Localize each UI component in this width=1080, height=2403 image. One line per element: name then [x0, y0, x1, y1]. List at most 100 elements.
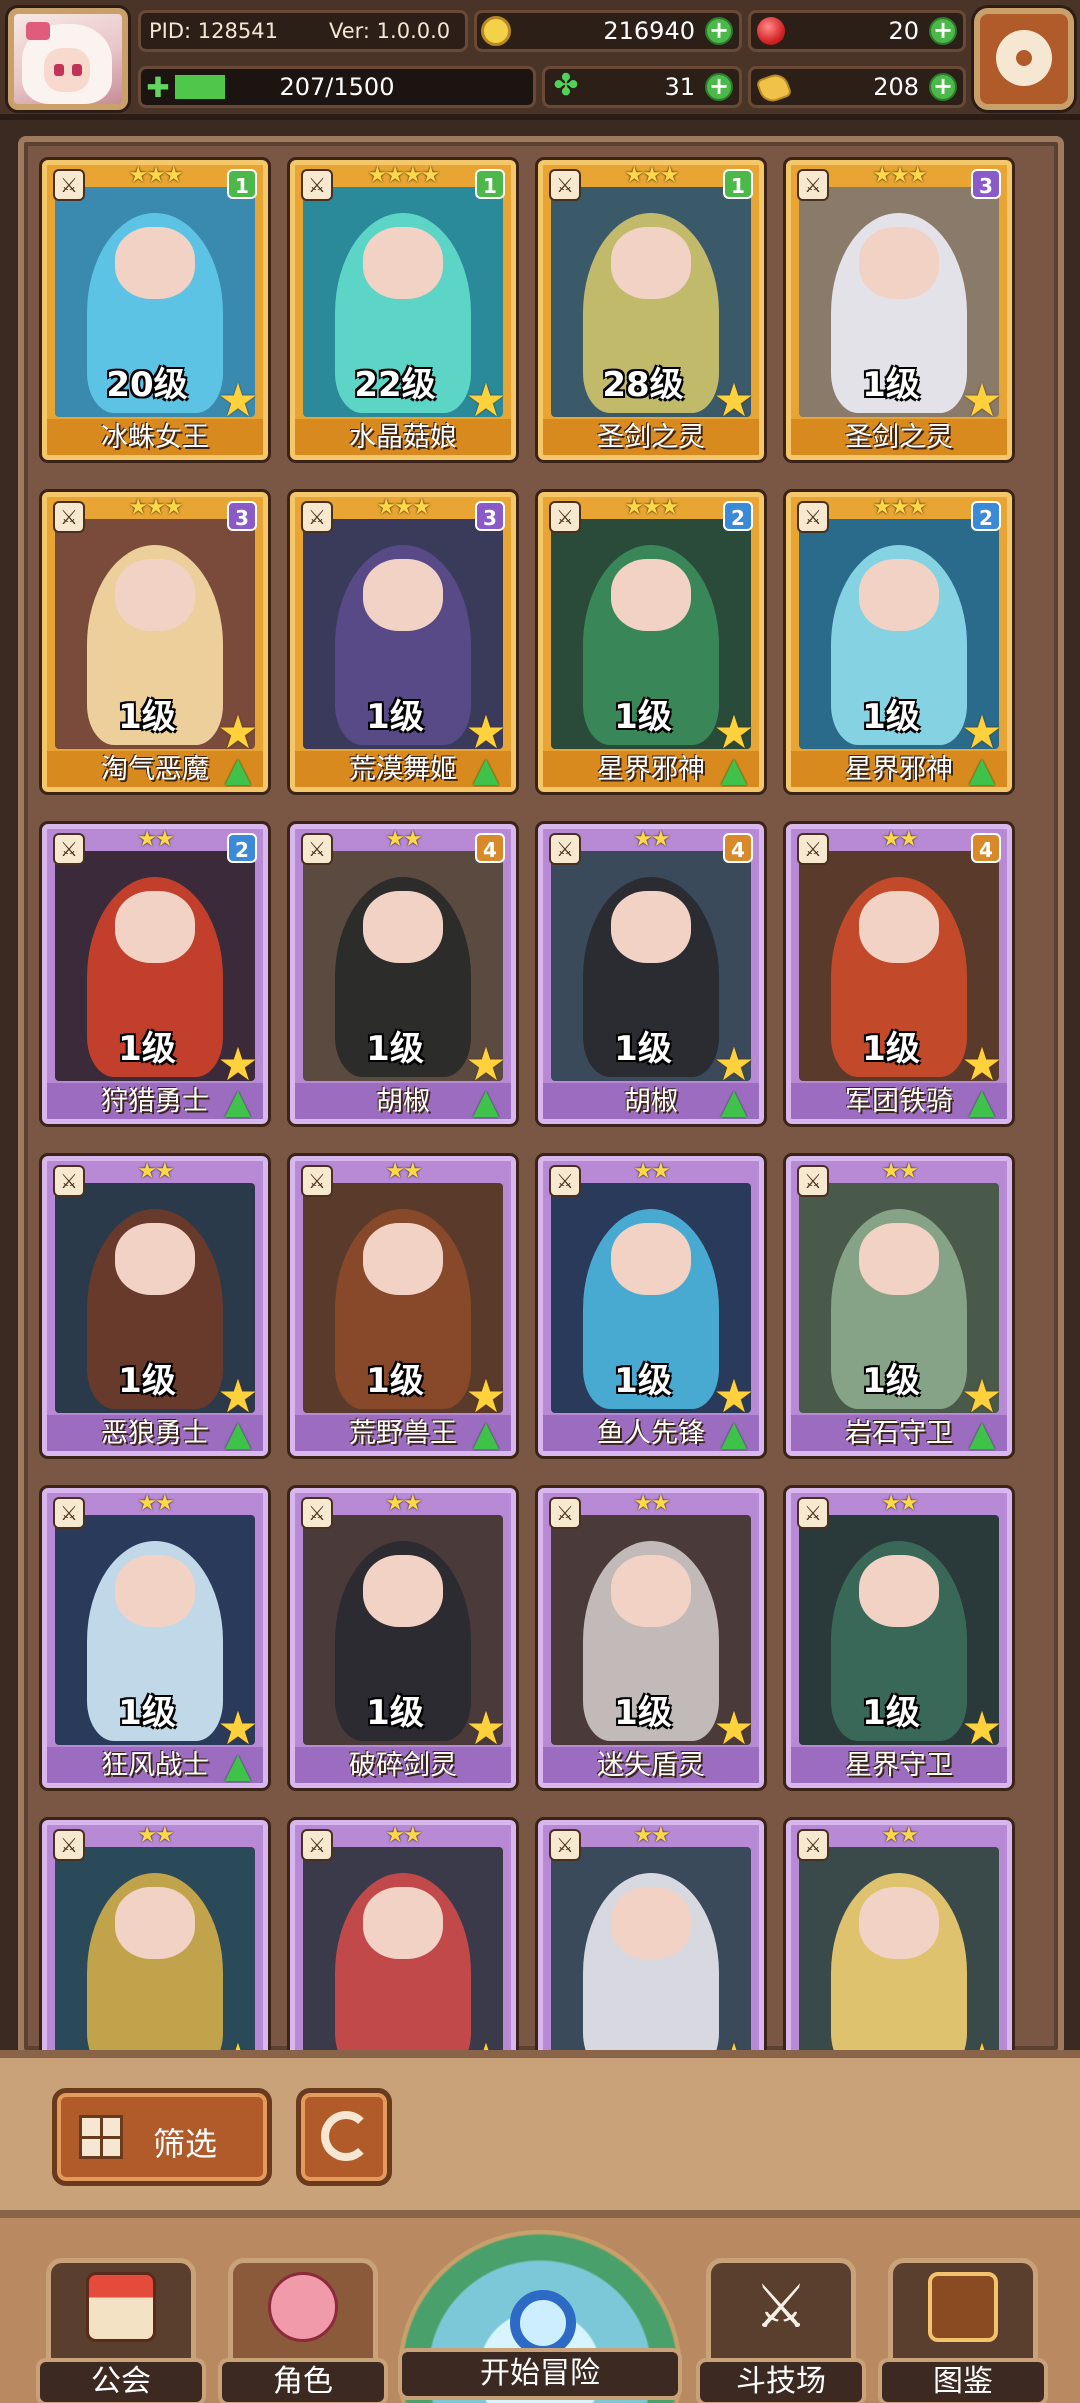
clover-icon: ✤: [553, 68, 579, 103]
character-name: 星界守卫: [791, 1747, 1007, 1783]
add-gems-button[interactable]: +: [929, 17, 957, 45]
star-rating: ★★: [385, 1159, 422, 1184]
star-rating: ★★: [137, 1159, 174, 1184]
level-up-arrow-icon: ▲: [968, 1414, 996, 1454]
clover-amount: 31: [664, 73, 695, 101]
count-badge: 1: [723, 169, 753, 199]
start-adventure-button[interactable]: 开始冒险: [398, 2230, 682, 2403]
star-upgrade-icon: ★: [465, 1369, 507, 1423]
character-card[interactable]: ⚔ ★★★ 3 1级 ★ 荒漠舞姬 ▲: [290, 492, 516, 792]
settings-button[interactable]: [974, 8, 1074, 110]
level-up-arrow-icon: ▲: [968, 1082, 996, 1122]
character-face: [363, 891, 443, 963]
character-card[interactable]: ⚔ ★★★ 1 20级 ★ 冰蛛女王: [42, 160, 268, 460]
character-portrait: [303, 1847, 503, 2050]
star-rating: ★★: [137, 1491, 174, 1516]
level-up-arrow-icon: ▲: [720, 750, 748, 790]
character-card[interactable]: ⚔ ★★★★ 1 22级 ★ 水晶菇娘: [290, 160, 516, 460]
tab-guild-label: 公会: [36, 2358, 206, 2403]
tab-character-label: 角色: [218, 2358, 388, 2403]
character-card[interactable]: ⚔★★★: [290, 1820, 516, 2050]
character-card[interactable]: ⚔ ★★★ 3 1级 ★ 淘气恶魔 ▲: [42, 492, 268, 792]
level-up-arrow-icon: ▲: [720, 1414, 748, 1454]
bread-box: 208 +: [748, 66, 966, 108]
avatar-eye-right: [72, 64, 82, 76]
filter-button[interactable]: 筛选: [52, 2088, 272, 2186]
gold-box: 216940 +: [474, 10, 742, 52]
star-rating: ★★: [881, 1159, 918, 1184]
count-badge: 4: [971, 833, 1001, 863]
count-badge: 2: [723, 501, 753, 531]
grid-icon: [79, 2115, 123, 2159]
character-card[interactable]: ⚔ ★★ 1级 ★ 迷失盾灵: [538, 1488, 764, 1788]
character-face-icon: [268, 2272, 338, 2342]
level-up-arrow-icon: ▲: [472, 1082, 500, 1122]
character-face: [859, 1555, 939, 1627]
character-face: [611, 227, 691, 299]
count-badge: 2: [971, 501, 1001, 531]
tab-arena[interactable]: ⚔ 斗技场: [696, 2258, 866, 2403]
version-label: Ver: 1.0.0.0: [329, 19, 451, 43]
character-name: 圣剑之灵: [791, 419, 1007, 455]
star-rating: ★★: [881, 1491, 918, 1516]
star-upgrade-icon: ★: [713, 1701, 755, 1755]
character-face: [611, 1555, 691, 1627]
character-portrait: [551, 1847, 751, 2050]
level-up-arrow-icon: ▲: [224, 1746, 252, 1786]
character-card[interactable]: ⚔★★★: [42, 1820, 268, 2050]
character-card[interactable]: ⚔ ★★ 2 1级 ★ 狩猎勇士 ▲: [42, 824, 268, 1124]
character-card[interactable]: ⚔ ★★ 1级 ★ 星界守卫: [786, 1488, 1012, 1788]
character-card[interactable]: ⚔ ★★ 4 1级 ★ 胡椒 ▲: [290, 824, 516, 1124]
top-status-bar: PID: 128541 Ver: 1.0.0.0 216940 + 20 + ✚…: [0, 0, 1080, 120]
avatar-eye-left: [54, 64, 64, 76]
gear-icon: [996, 30, 1052, 86]
character-card[interactable]: ⚔ ★★ 1级 ★ 鱼人先锋 ▲: [538, 1156, 764, 1456]
star-rating: ★★: [385, 1823, 422, 1848]
star-upgrade-icon: ★: [465, 373, 507, 427]
add-clover-button[interactable]: +: [705, 73, 733, 101]
refresh-button[interactable]: [296, 2088, 392, 2186]
count-badge: 1: [227, 169, 257, 199]
character-card[interactable]: ⚔ ★★ 4 1级 ★ 军团铁骑 ▲: [786, 824, 1012, 1124]
gold-amount: 216940: [603, 17, 695, 45]
character-card[interactable]: ⚔ ★★★ 2 1级 ★ 星界邪神 ▲: [538, 492, 764, 792]
avatar-bow: [26, 22, 50, 40]
character-card[interactable]: ⚔ ★★★ 1 28级 ★ 圣剑之灵: [538, 160, 764, 460]
star-upgrade-icon: ★: [217, 1369, 259, 1423]
star-upgrade-icon: ★: [465, 705, 507, 759]
character-card[interactable]: ⚔★★★: [786, 1820, 1012, 2050]
star-upgrade-icon: ★: [961, 1701, 1003, 1755]
clover-box: ✤ 31 +: [542, 66, 742, 108]
character-card[interactable]: ⚔★★★: [538, 1820, 764, 2050]
tab-codex[interactable]: 图鉴: [878, 2258, 1048, 2403]
tab-guild[interactable]: 公会: [36, 2258, 206, 2403]
tab-character[interactable]: 角色: [218, 2258, 388, 2403]
star-upgrade-icon: ★: [217, 1701, 259, 1755]
add-gold-button[interactable]: +: [705, 17, 733, 45]
filter-toolbar: 筛选: [0, 2050, 1080, 2210]
character-card[interactable]: ⚔ ★★ 1级 ★ 破碎剑灵: [290, 1488, 516, 1788]
character-card[interactable]: ⚔ ★★ 1级 ★ 狂风战士 ▲: [42, 1488, 268, 1788]
star-upgrade-icon: ★: [961, 1369, 1003, 1423]
count-badge: 4: [475, 833, 505, 863]
character-face: [115, 1555, 195, 1627]
player-avatar[interactable]: [8, 8, 128, 110]
crossed-swords-icon: ⚔: [754, 2272, 808, 2342]
character-card[interactable]: ⚔ ★★ 1级 ★ 岩石守卫 ▲: [786, 1156, 1012, 1456]
pid-box: PID: 128541 Ver: 1.0.0.0: [138, 10, 468, 52]
character-card-grid[interactable]: ⚔ ★★★ 1 20级 ★ 冰蛛女王 ⚔ ★★★★ 1 22级 ★ 水晶菇娘 ⚔ ★★★ 1 28级 ★ 圣剑之灵…: [18, 136, 1064, 2056]
add-bread-button[interactable]: +: [929, 73, 957, 101]
character-face: [115, 1223, 195, 1295]
star-upgrade-icon: ★: [713, 1037, 755, 1091]
character-card[interactable]: ⚔ ★★ 4 1级 ★ 胡椒 ▲: [538, 824, 764, 1124]
star-upgrade-icon: ★: [217, 373, 259, 427]
character-name: 水晶菇娘: [295, 419, 511, 455]
character-portrait: [799, 1847, 999, 2050]
character-card[interactable]: ⚔ ★★ 1级 ★ 荒野兽王 ▲: [290, 1156, 516, 1456]
character-card[interactable]: ⚔ ★★ 1级 ★ 恶狼勇士 ▲: [42, 1156, 268, 1456]
bread-amount: 208: [873, 73, 919, 101]
character-card[interactable]: ⚔ ★★★ 3 1级 ★ 圣剑之灵: [786, 160, 1012, 460]
character-card[interactable]: ⚔ ★★★ 2 1级 ★ 星界邪神 ▲: [786, 492, 1012, 792]
character-face: [115, 559, 195, 631]
tab-codex-label: 图鉴: [878, 2358, 1048, 2403]
